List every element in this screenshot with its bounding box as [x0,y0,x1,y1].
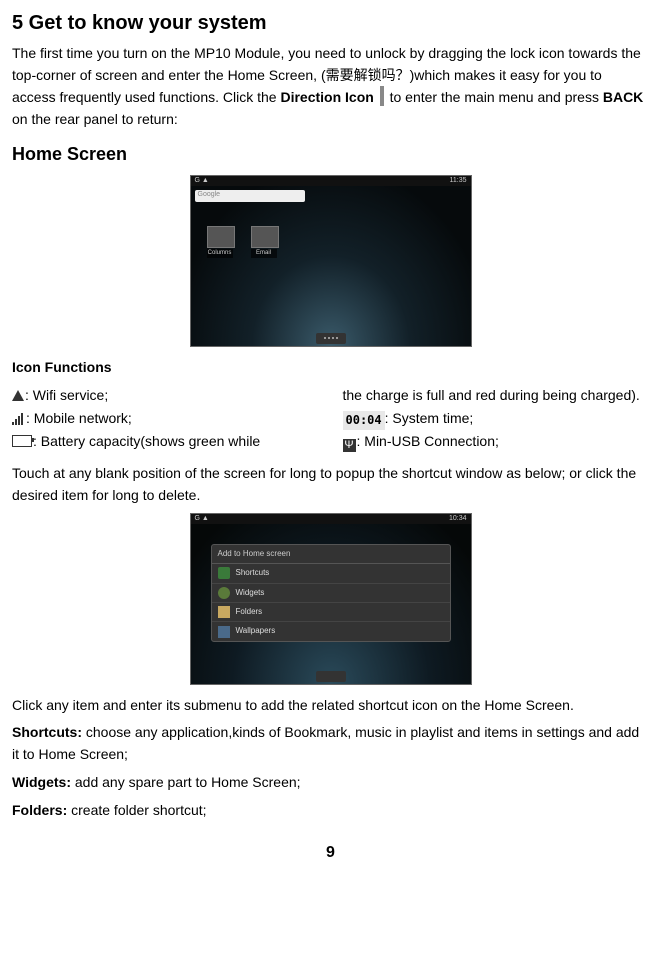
wallpaper [191,186,471,346]
app-drawer-handle-2 [316,671,346,682]
usb-line: Ψ: Min-USB Connection; [343,431,650,453]
intro-c: to enter the main menu and press [390,89,603,105]
widgets-label: Widgets: [12,774,71,790]
wifi-text: : Wifi service; [25,387,108,403]
clock-text: : System time; [385,410,474,426]
direction-icon-label: Direction Icon [280,89,373,105]
clock-line: 00:04: System time; [343,408,650,430]
charge-text: the charge is full and red during being … [343,385,650,407]
wifi-icon [12,390,24,401]
popup-instruction: Touch at any blank position of the scree… [12,463,649,506]
add-panel-title: Add to Home screen [212,545,450,564]
wifi-line: : Wifi service; [12,385,319,407]
add-row-wallpapers: Wallpapers [212,622,450,640]
add-row-folders: Folders [212,603,450,622]
battery-icon [12,435,32,447]
widgets-icon [218,587,230,599]
app-columns-icon [207,226,235,248]
status-bar [191,176,471,186]
folders-icon [218,606,230,618]
add-row-wallpapers-label: Wallpapers [236,625,276,637]
icon-functions-right: the charge is full and red during being … [343,384,650,453]
icon-functions-columns: : Wifi service; : Mobile network; : Batt… [12,384,649,453]
usb-icon: Ψ [343,439,356,452]
app-email-icon [251,226,279,248]
direction-icon [380,86,384,106]
back-label: BACK [603,89,643,105]
page-number: 9 [12,841,649,866]
page-title: 5 Get to know your system [12,8,649,39]
home-screen-heading: Home Screen [12,141,649,169]
search-provider-label: Google [198,190,221,201]
add-row-folders-label: Folders [236,606,263,618]
widgets-text: add any spare part to Home Screen; [71,774,301,790]
home-app-email: Email [251,226,277,258]
intro-paragraph: The first time you turn on the MP10 Modu… [12,43,649,131]
home-apps: Columns Email [207,226,277,258]
mobile-text: : Mobile network; [26,410,132,426]
intro-d: on the rear panel to return: [12,111,178,127]
intro-zh: 需要解锁吗？ [326,67,410,83]
app-columns-label: Columns [207,249,233,258]
icon-functions-left: : Wifi service; : Mobile network; : Batt… [12,384,319,453]
folders-label: Folders: [12,802,67,818]
battery-line: : Battery capacity(shows green while [12,431,319,453]
usb-text: : Min-USB Connection; [357,433,499,449]
shortcuts-icon [218,567,230,579]
submenu-instruction: Click any item and enter its submenu to … [12,695,649,717]
app-email-label: Email [251,249,277,258]
battery-text: : Battery capacity(shows green while [33,433,260,449]
add-panel: Add to Home screen Shortcuts Widgets Fol… [211,544,451,642]
shortcuts-text: choose any application,kinds of Bookmark… [12,724,639,762]
add-row-shortcuts-label: Shortcuts [236,567,270,579]
folders-text: create folder shortcut; [67,802,206,818]
wallpapers-icon [218,626,230,638]
shortcuts-para: Shortcuts: choose any application,kinds … [12,722,649,765]
shortcuts-label: Shortcuts: [12,724,82,740]
home-screen-screenshot: G ▲ 11:35 Google Columns Email [190,175,472,347]
app-drawer-handle [316,333,346,344]
home-app-columns: Columns [207,226,233,258]
mobile-line: : Mobile network; [12,408,319,430]
icon-functions-heading: Icon Functions [12,357,649,379]
add-to-home-screenshot: G ▲ 10:34 Add to Home screen Shortcuts W… [190,513,472,685]
status-bar-2 [191,514,471,524]
clock-icon: 00:04 [343,411,385,430]
widgets-para: Widgets: add any spare part to Home Scre… [12,772,649,794]
add-row-widgets-label: Widgets [236,587,265,599]
add-row-widgets: Widgets [212,584,450,603]
folders-para: Folders: create folder shortcut; [12,800,649,822]
signal-icon [12,412,25,425]
add-row-shortcuts: Shortcuts [212,564,450,583]
